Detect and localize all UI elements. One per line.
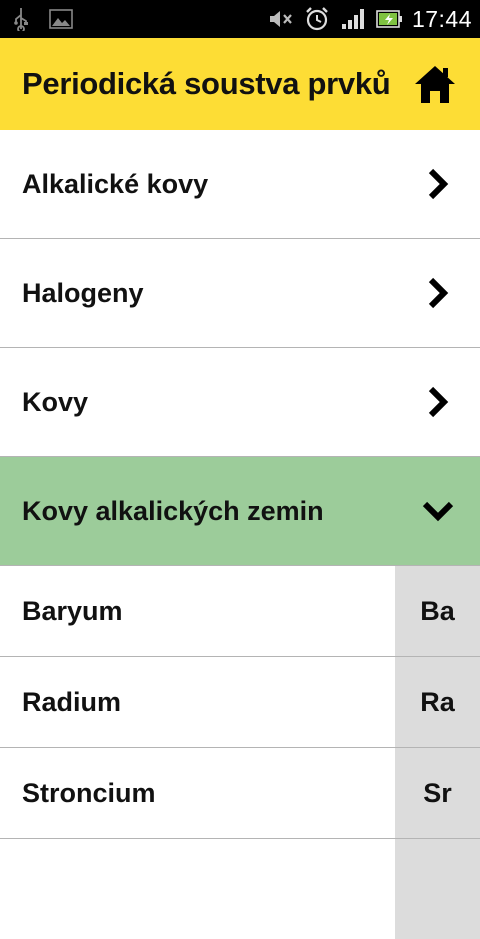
element-row-barium[interactable]: Baryum Ba (0, 566, 480, 657)
element-name: Stroncium (22, 777, 156, 808)
element-row-strontium[interactable]: Stroncium Sr (0, 748, 480, 839)
chevron-down-icon (418, 491, 458, 531)
group-label: Alkalické kovy (22, 168, 209, 199)
element-row-radium[interactable]: Radium Ra (0, 657, 480, 748)
mute-icon (268, 6, 294, 32)
chevron-right-icon (418, 164, 458, 204)
list-continuation (0, 839, 480, 939)
group-row-alkaline-earth-metals[interactable]: Kovy alkalických zemin (0, 457, 480, 566)
element-symbol: Ba (395, 566, 480, 656)
group-label: Kovy (22, 386, 89, 417)
group-row-metals[interactable]: Kovy (0, 348, 480, 457)
app-header: Periodická soustva prvků (0, 38, 480, 130)
element-name: Radium (22, 686, 122, 717)
home-button[interactable] (412, 61, 458, 107)
group-row-halogens[interactable]: Halogeny (0, 239, 480, 348)
symbol-column-continuation (395, 839, 480, 939)
chevron-right-icon (418, 273, 458, 313)
usb-icon (8, 6, 34, 32)
home-icon (415, 66, 455, 103)
status-time: 17:44 (411, 5, 472, 32)
status-bar: 17:44 (0, 0, 480, 38)
element-symbol: Ra (395, 657, 480, 747)
group-label: Halogeny (22, 277, 144, 308)
element-name: Baryum (22, 595, 123, 626)
group-label: Kovy alkalických zemin (22, 495, 324, 526)
image-icon (48, 6, 74, 32)
signal-icon (340, 6, 366, 32)
page-title: Periodická soustva prvků (22, 66, 391, 101)
element-symbol: Sr (395, 748, 480, 838)
group-row-alkali-metals[interactable]: Alkalické kovy (0, 130, 480, 239)
battery-icon (376, 6, 402, 32)
chevron-right-icon (418, 382, 458, 422)
alarm-icon (304, 6, 330, 32)
